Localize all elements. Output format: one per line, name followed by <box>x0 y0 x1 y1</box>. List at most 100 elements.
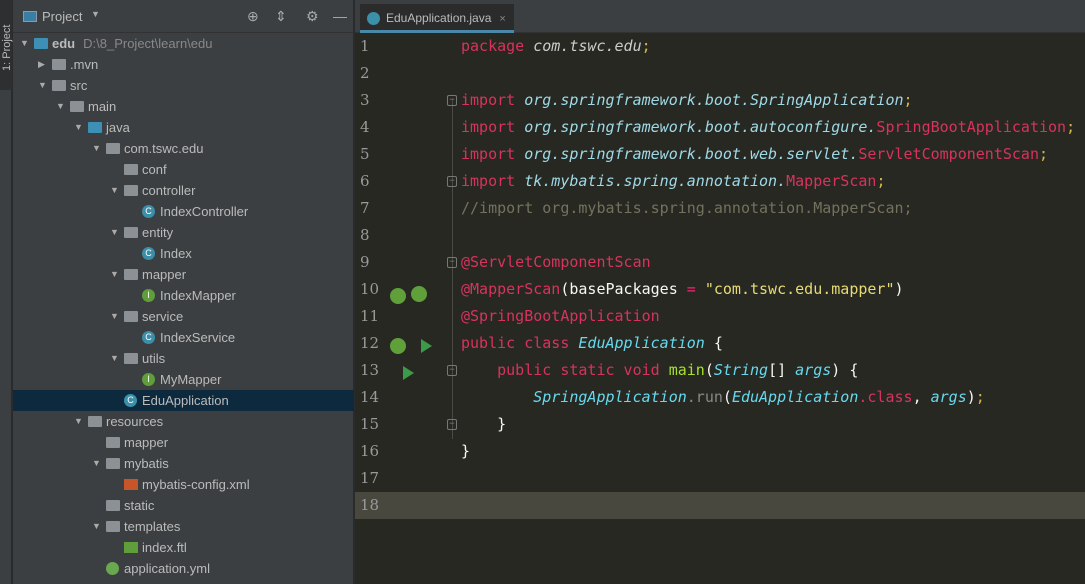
tab-edu-application[interactable]: EduApplication.java × <box>360 4 514 33</box>
code-token: EduApplication <box>731 388 859 406</box>
chevron-down-icon[interactable]: ▼ <box>91 9 100 19</box>
code-token: //import org.mybatis.spring.annotation.M… <box>461 199 913 217</box>
collapsed-arrow-icon[interactable]: ▶ <box>38 54 45 75</box>
fold-marker-icon[interactable]: − <box>447 95 457 106</box>
code-token: ; <box>1038 145 1049 163</box>
code-line: 8 <box>355 222 1085 249</box>
code-text: import org.springframework.boot.SpringAp… <box>461 87 913 114</box>
tree-item[interactable]: ▼ src <box>13 75 354 96</box>
tree-item-label: mapper <box>124 435 169 450</box>
expand-arrow-icon[interactable]: ▼ <box>38 75 47 96</box>
class-icon: C <box>142 205 155 218</box>
tree-item[interactable]: ▼ resources <box>13 411 354 432</box>
code-token: args <box>930 388 967 406</box>
tree-item-label: IndexController <box>160 204 249 219</box>
code-token: import <box>461 172 525 190</box>
tree-item[interactable]: ▼ utils <box>13 348 354 369</box>
tree-item[interactable]: ▶ .mvn <box>13 54 354 75</box>
code-editor[interactable]: 1 package com.tswc.edu; 2 3 import org.sprin… <box>355 33 1085 584</box>
code-text: public static void main(String[] args) { <box>461 357 858 384</box>
code-token: args <box>795 361 832 379</box>
expand-arrow-icon[interactable]: ▼ <box>110 348 119 369</box>
class-icon: C <box>142 331 155 344</box>
tree-item[interactable]: C IndexService <box>13 327 354 348</box>
tree-item[interactable]: ▼ service <box>13 306 354 327</box>
code-token: SpringApplication <box>533 388 687 406</box>
source-folder-icon <box>88 122 102 133</box>
tree-item-label: service <box>142 309 184 324</box>
code-token: ) <box>966 388 976 406</box>
tree-item[interactable]: ▼ main <box>13 96 354 117</box>
expand-arrow-icon[interactable]: ▼ <box>110 264 119 285</box>
tab-label: EduApplication.java <box>386 11 492 25</box>
project-tool-label: 1: Project <box>1 24 13 71</box>
editor-tabs: EduApplication.java × <box>355 0 1085 33</box>
expand-arrow-icon[interactable]: ▼ <box>20 33 29 54</box>
code-text: public class EduApplication { <box>461 330 723 357</box>
code-token: ServletComponentScan <box>858 145 1039 163</box>
expand-arrow-icon[interactable]: ▼ <box>92 516 101 537</box>
tree-item[interactable]: application.yml <box>13 558 354 579</box>
code-token: [] <box>768 361 796 379</box>
folder-icon <box>106 437 120 448</box>
spring-class-icon[interactable] <box>390 338 406 354</box>
fold-marker-icon[interactable]: − <box>447 176 457 187</box>
run-icon[interactable] <box>403 366 414 380</box>
tree-item[interactable]: mybatis-config.xml <box>13 474 354 495</box>
collapse-all-icon[interactable]: ⇕ <box>275 8 287 25</box>
code-token: ; <box>903 91 913 109</box>
tree-item[interactable]: ▼ mapper <box>13 264 354 285</box>
expand-arrow-icon[interactable]: ▼ <box>92 453 101 474</box>
expand-arrow-icon[interactable]: ▼ <box>110 222 119 243</box>
spring-config-icon[interactable] <box>411 286 427 302</box>
interface-icon: I <box>142 373 155 386</box>
tree-item[interactable]: C EduApplication <box>13 390 354 411</box>
module-path: D:\8_Project\learn\edu <box>83 36 213 51</box>
code-token: , <box>912 388 931 406</box>
code-token: public static void <box>497 361 669 379</box>
fold-marker-icon[interactable]: − <box>447 257 457 268</box>
tree-item[interactable]: mapper <box>13 432 354 453</box>
interface-icon: I <box>142 289 155 302</box>
close-icon[interactable]: × <box>499 13 505 25</box>
tree-item[interactable]: I MyMapper <box>13 369 354 390</box>
gear-icon[interactable]: ⚙ <box>306 8 319 25</box>
line-number: 7 <box>360 199 370 217</box>
folder-icon <box>52 80 66 91</box>
locate-icon[interactable]: ⊕ <box>247 8 259 25</box>
tree-item-label: application.yml <box>124 561 210 576</box>
tree-item[interactable]: ▼ com.tswc.edu <box>13 138 354 159</box>
tree-item[interactable]: C IndexController <box>13 201 354 222</box>
tree-item[interactable]: ▼ mybatis <box>13 453 354 474</box>
fold-marker-icon[interactable]: − <box>447 365 457 376</box>
tree-item[interactable]: conf <box>13 159 354 180</box>
fold-marker-icon[interactable]: − <box>447 419 457 430</box>
project-tool-tab[interactable]: 1: Project <box>0 0 13 90</box>
line-number: 15 <box>360 415 380 433</box>
tree-item[interactable]: ▼ templates <box>13 516 354 537</box>
spring-class-icon: C <box>124 394 137 407</box>
hide-icon[interactable]: — <box>333 8 347 24</box>
line-number: 5 <box>360 145 370 163</box>
code-line: 18 <box>355 492 1085 519</box>
tree-item[interactable]: static <box>13 495 354 516</box>
tree-item[interactable]: C Index <box>13 243 354 264</box>
tree-item[interactable]: ▼ java <box>13 117 354 138</box>
expand-arrow-icon[interactable]: ▼ <box>110 306 119 327</box>
tree-item-label: mybatis-config.xml <box>142 477 250 492</box>
code-line: 13 public static void main(String[] args… <box>355 357 1085 384</box>
tree-item[interactable]: ▼ entity <box>13 222 354 243</box>
tree-item[interactable]: ▼ controller <box>13 180 354 201</box>
expand-arrow-icon[interactable]: ▼ <box>56 96 65 117</box>
expand-arrow-icon[interactable]: ▼ <box>92 138 101 159</box>
tree-item[interactable]: ▼ edu D:\8_Project\learn\edu <box>13 33 354 54</box>
tree-item-label: src <box>70 78 88 93</box>
expand-arrow-icon[interactable]: ▼ <box>74 117 83 138</box>
spring-bean-icon[interactable] <box>390 288 406 304</box>
project-view-selector[interactable]: Project <box>42 9 82 24</box>
expand-arrow-icon[interactable]: ▼ <box>74 411 83 432</box>
tree-item[interactable]: index.ftl <box>13 537 354 558</box>
run-icon[interactable] <box>421 339 432 353</box>
expand-arrow-icon[interactable]: ▼ <box>110 180 119 201</box>
tree-item[interactable]: I IndexMapper <box>13 285 354 306</box>
